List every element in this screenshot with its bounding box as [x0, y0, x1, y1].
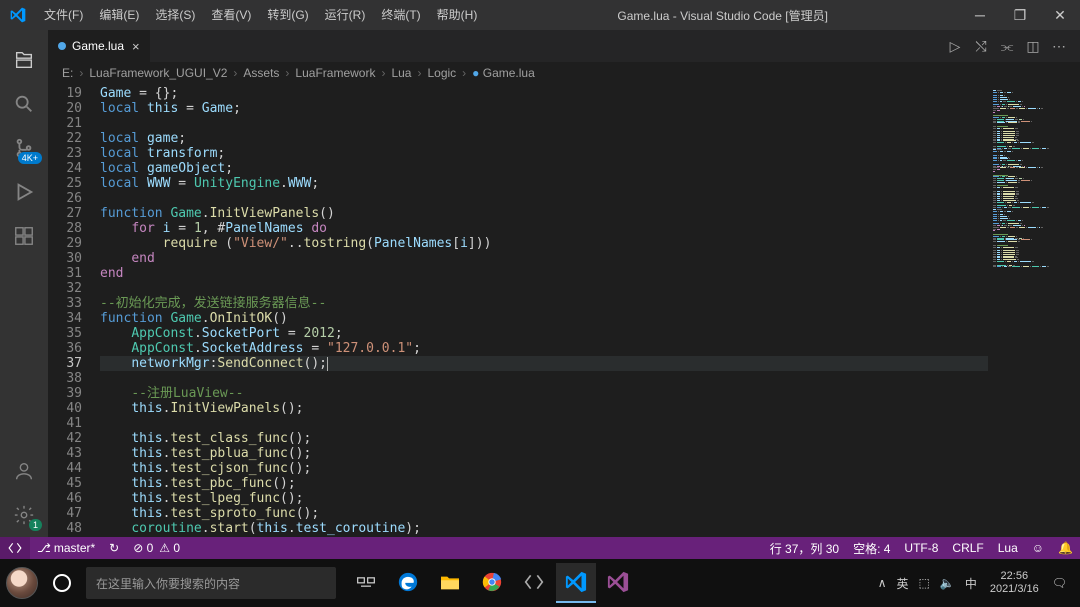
task-view-icon[interactable]	[346, 563, 386, 603]
breadcrumb-item[interactable]: LuaFramework_UGUI_V2	[87, 66, 229, 80]
visual-studio-icon[interactable]	[598, 563, 638, 603]
settings-icon[interactable]: 1	[0, 493, 48, 537]
settings-badge: 1	[29, 519, 42, 531]
breadcrumb-item[interactable]: ● Game.lua	[470, 66, 537, 80]
run-debug-icon[interactable]	[0, 170, 48, 214]
tray-up-icon[interactable]: ∧	[873, 576, 892, 590]
source-control-icon[interactable]: 4K+	[0, 126, 48, 170]
cursor-position[interactable]: 行 37，列 30	[763, 537, 846, 559]
debug-icon[interactable]: ⤭	[968, 30, 994, 62]
chrome-icon[interactable]	[472, 563, 512, 603]
menu-item[interactable]: 帮助(H)	[429, 0, 486, 30]
taskbar-apps	[346, 563, 638, 603]
notifications-icon[interactable]: 🔔	[1051, 537, 1080, 559]
main-area: 4K+ 1 Game.lua × ▷ ⤭ ⫘ ◫ ⋯ E:›LuaFramewo…	[0, 30, 1080, 537]
tab-close-icon[interactable]: ×	[132, 39, 140, 54]
line-numbers: 1920212223242526272829303132333435363738…	[48, 84, 96, 537]
tray-clock[interactable]: 22:56 2021/3/16	[982, 570, 1047, 596]
menu-item[interactable]: 转到(G)	[259, 0, 316, 30]
status-bar: ⎇ master* ↻ ⊘ 0 ⚠ 0 行 37，列 30 空格: 4 UTF-…	[0, 537, 1080, 559]
indentation[interactable]: 空格: 4	[846, 537, 897, 559]
system-tray: ∧ 英 ⬚ 🔈 中 22:56 2021/3/16 🗨	[873, 570, 1080, 596]
windows-taskbar: 在这里输入你要搜索的内容 ∧ 英 ⬚ 🔈 中 22:56 2021/3/16 🗨	[0, 559, 1080, 607]
extensions-icon[interactable]	[0, 214, 48, 258]
accounts-icon[interactable]	[0, 449, 48, 493]
menu-item[interactable]: 运行(R)	[317, 0, 374, 30]
problems-warnings[interactable]: ⚠ 0	[152, 537, 187, 559]
editor[interactable]: 1920212223242526272829303132333435363738…	[48, 84, 1080, 537]
search-icon[interactable]	[0, 82, 48, 126]
menu-item[interactable]: 文件(F)	[36, 0, 91, 30]
feedback-icon[interactable]: ☺	[1025, 537, 1051, 559]
window-controls: ─ ❐ ✕	[960, 0, 1080, 30]
diff-icon[interactable]: ⫘	[994, 30, 1020, 62]
tab-bar: Game.lua × ▷ ⤭ ⫘ ◫ ⋯	[48, 30, 1080, 62]
maximize-button[interactable]: ❐	[1000, 0, 1040, 30]
scm-badge: 4K+	[18, 152, 42, 164]
encoding[interactable]: UTF-8	[897, 537, 945, 559]
git-sync[interactable]: ↻	[102, 537, 126, 559]
cortana-icon[interactable]	[42, 563, 82, 603]
edge-icon[interactable]	[388, 563, 428, 603]
app-icon[interactable]	[514, 563, 554, 603]
minimap[interactable]	[988, 84, 1080, 537]
split-editor-icon[interactable]: ◫	[1020, 30, 1046, 62]
breadcrumbs[interactable]: E:›LuaFramework_UGUI_V2›Assets›LuaFramew…	[48, 62, 1080, 84]
language-mode[interactable]: Lua	[991, 537, 1025, 559]
editor-region: Game.lua × ▷ ⤭ ⫘ ◫ ⋯ E:›LuaFramework_UGU…	[48, 30, 1080, 537]
tray-lang[interactable]: 中	[960, 575, 982, 592]
window-title: Game.lua - Visual Studio Code [管理员]	[485, 7, 960, 24]
remote-icon[interactable]	[0, 537, 30, 559]
tray-net-icon[interactable]: ⬚	[914, 576, 935, 590]
title-bar: 文件(F)编辑(E)选择(S)查看(V)转到(G)运行(R)终端(T)帮助(H)…	[0, 0, 1080, 30]
menu-item[interactable]: 选择(S)	[147, 0, 203, 30]
menu-bar: 文件(F)编辑(E)选择(S)查看(V)转到(G)运行(R)终端(T)帮助(H)	[36, 0, 485, 30]
git-branch[interactable]: ⎇ master*	[30, 537, 102, 559]
taskbar-search-input[interactable]: 在这里输入你要搜索的内容	[86, 567, 336, 599]
editor-actions: ▷ ⤭ ⫘ ◫ ⋯	[942, 30, 1080, 62]
user-avatar[interactable]	[6, 567, 38, 599]
tray-volume-icon[interactable]: 🔈	[935, 576, 960, 590]
breadcrumb-item[interactable]: LuaFramework	[293, 66, 377, 80]
menu-item[interactable]: 终端(T)	[373, 0, 428, 30]
file-explorer-icon[interactable]	[430, 563, 470, 603]
minimize-button[interactable]: ─	[960, 0, 1000, 30]
vscode-taskbar-icon[interactable]	[556, 563, 596, 603]
menu-item[interactable]: 查看(V)	[203, 0, 259, 30]
tray-notifications-icon[interactable]: 🗨	[1047, 576, 1072, 590]
lua-file-icon	[58, 42, 66, 50]
eol[interactable]: CRLF	[945, 537, 990, 559]
breadcrumb-item[interactable]: Assets	[241, 66, 281, 80]
vscode-logo-icon	[8, 5, 28, 25]
explorer-icon[interactable]	[0, 38, 48, 82]
breadcrumb-item[interactable]: Logic	[425, 66, 458, 80]
menu-item[interactable]: 编辑(E)	[91, 0, 147, 30]
run-icon[interactable]: ▷	[942, 30, 968, 62]
more-actions-icon[interactable]: ⋯	[1046, 30, 1072, 62]
tray-ime[interactable]: 英	[892, 575, 914, 592]
activity-bar: 4K+ 1	[0, 30, 48, 537]
tab-label: Game.lua	[72, 39, 124, 53]
close-button[interactable]: ✕	[1040, 0, 1080, 30]
code-content[interactable]: Game = {};local this = Game;local game;l…	[96, 84, 988, 537]
breadcrumb-item[interactable]: E:	[60, 66, 75, 80]
breadcrumb-item[interactable]: Lua	[389, 66, 413, 80]
tab-game-lua[interactable]: Game.lua ×	[48, 30, 151, 62]
